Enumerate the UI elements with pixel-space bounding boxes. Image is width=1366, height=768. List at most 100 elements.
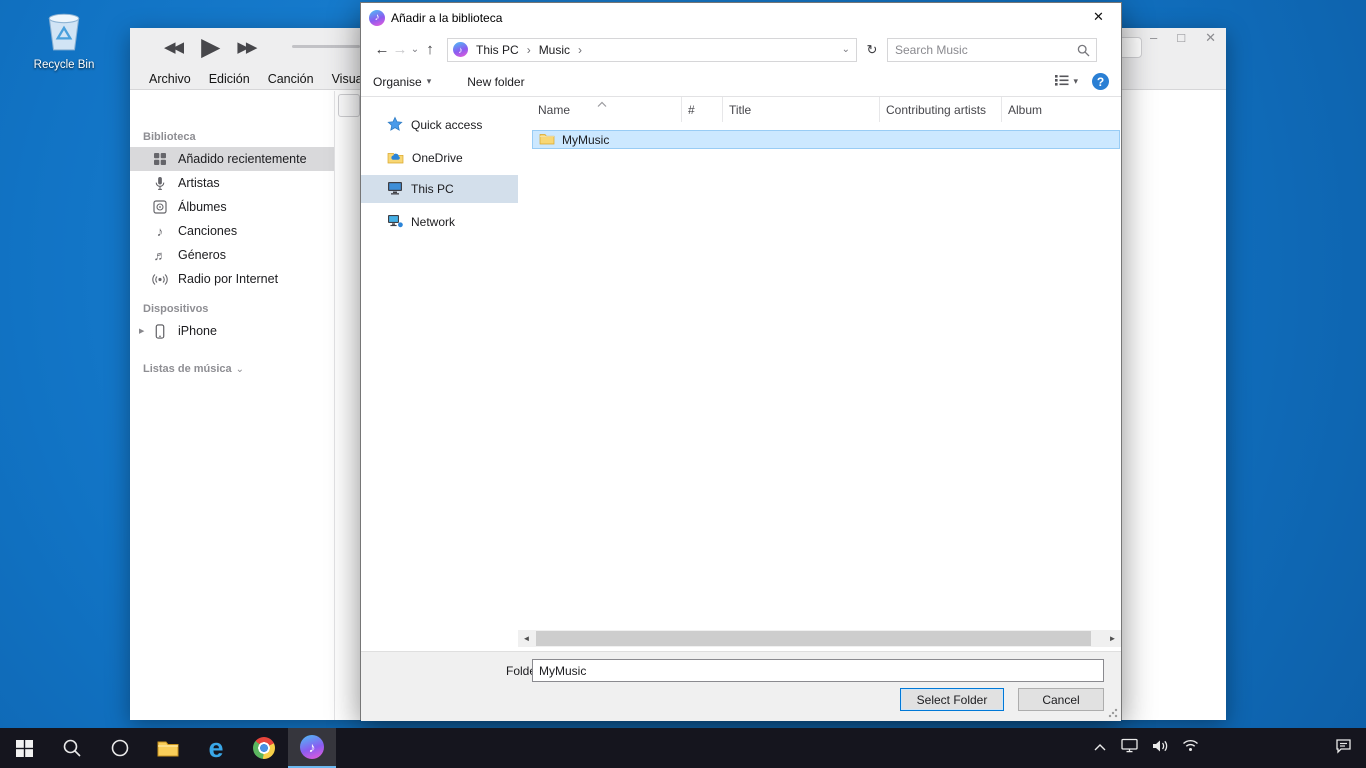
edge-button[interactable]: e xyxy=(192,728,240,768)
menu-edicion[interactable]: Edición xyxy=(200,68,259,90)
onedrive-icon xyxy=(387,150,404,167)
forward-button[interactable]: ▶▶ xyxy=(237,38,257,56)
recycle-bin-icon xyxy=(44,39,84,56)
add-to-library-dialog: ♪ Añadir a la biblioteca ✕ ← → ⌄ ↑ ♪ Thi… xyxy=(360,2,1122,720)
column-headers: Name # Title Contributing artists Album xyxy=(518,97,1121,122)
refresh-icon[interactable]: ↻ xyxy=(861,42,883,58)
sidebar-item-recently-added[interactable]: Añadido recientemente xyxy=(130,147,334,171)
dialog-navigation-bar: ← → ⌄ ↑ ♪ This PC › Music › ⌄ ↻ xyxy=(361,32,1121,67)
nav-item-this-pc[interactable]: This PC xyxy=(361,175,518,203)
sidebar-item-songs[interactable]: ♪ Canciones xyxy=(130,219,334,243)
start-button[interactable] xyxy=(0,728,48,768)
play-button[interactable]: ▶ xyxy=(201,32,220,62)
list-view-icon xyxy=(1055,74,1069,89)
resize-grip[interactable] xyxy=(1108,708,1118,718)
search-icon xyxy=(62,738,82,758)
horizontal-scrollbar[interactable]: ◄ ► xyxy=(518,630,1121,647)
breadcrumb-this-pc[interactable]: This PC xyxy=(473,42,522,58)
dialog-title: Añadir a la biblioteca xyxy=(391,11,502,25)
organise-button[interactable]: Organise ▾ xyxy=(373,75,431,89)
album-icon xyxy=(152,200,168,214)
nav-item-label: Network xyxy=(411,215,455,229)
help-button[interactable]: ? xyxy=(1092,73,1109,90)
column-title[interactable]: Title xyxy=(723,97,880,122)
itunes-taskbar-button[interactable]: ♪ xyxy=(288,728,336,768)
breadcrumb-music[interactable]: Music xyxy=(536,42,573,58)
windows-logo-icon xyxy=(16,740,33,757)
up-icon[interactable]: ↑ xyxy=(421,41,439,58)
close-icon[interactable]: ✕ xyxy=(1076,3,1121,31)
disclosure-icon[interactable]: ▶ xyxy=(139,327,144,335)
system-tray xyxy=(1093,728,1366,768)
folder-name-input[interactable] xyxy=(532,659,1104,682)
wifi-tray-icon[interactable] xyxy=(1182,739,1199,757)
show-hidden-icons-chevron[interactable] xyxy=(1093,739,1107,757)
sidebar-item-internet-radio[interactable]: Radio por Internet xyxy=(130,267,334,291)
breadcrumb-separator-icon: › xyxy=(527,43,531,57)
scroll-right-icon[interactable]: ► xyxy=(1104,630,1121,647)
nav-item-quick-access[interactable]: Quick access xyxy=(361,111,518,139)
dropdown-icon: ▾ xyxy=(427,76,432,87)
chrome-button[interactable] xyxy=(240,728,288,768)
new-folder-button[interactable]: New folder xyxy=(467,75,524,89)
close-icon[interactable]: ✕ xyxy=(1205,30,1216,46)
menu-cancion[interactable]: Canción xyxy=(259,68,323,90)
history-chevron-icon[interactable]: ⌄ xyxy=(409,44,421,55)
nav-item-label: This PC xyxy=(411,182,454,196)
playlists-header[interactable]: Listas de música⌄ xyxy=(143,363,244,375)
organise-label: Organise xyxy=(373,75,422,89)
sidebar-item-genres[interactable]: ♬ Géneros xyxy=(130,243,334,267)
minimize-icon[interactable]: – xyxy=(1150,30,1157,46)
address-bar[interactable]: ♪ This PC › Music › ⌄ xyxy=(447,38,857,62)
more-button[interactable] xyxy=(338,94,360,117)
maximize-icon[interactable]: □ xyxy=(1177,30,1185,46)
nav-item-label: OneDrive xyxy=(412,151,463,165)
search-button[interactable] xyxy=(48,728,96,768)
itunes-icon: ♪ xyxy=(300,735,324,759)
column-contributing-artists[interactable]: Contributing artists xyxy=(880,97,1002,122)
iphone-icon xyxy=(152,324,168,339)
recycle-bin[interactable]: Recycle Bin xyxy=(30,8,98,71)
column-number[interactable]: # xyxy=(682,97,723,122)
genres-icon: ♬ xyxy=(152,248,168,263)
cortana-button[interactable] xyxy=(96,728,144,768)
column-album[interactable]: Album xyxy=(1002,97,1121,122)
chevron-down-icon: ⌄ xyxy=(236,364,244,375)
sidebar-item-albums[interactable]: Álbumes xyxy=(130,195,334,219)
sidebar-item-artists[interactable]: Artistas xyxy=(130,171,334,195)
address-dropdown-icon[interactable]: ⌄ xyxy=(842,44,850,55)
rewind-button[interactable]: ◀◀ xyxy=(164,38,184,56)
file-explorer-button[interactable] xyxy=(144,728,192,768)
dropdown-icon: ▾ xyxy=(1073,76,1078,87)
dialog-title-bar: ♪ Añadir a la biblioteca ✕ xyxy=(361,3,1121,32)
file-row-mymusic[interactable]: MyMusic xyxy=(532,130,1120,149)
scrollbar-thumb[interactable] xyxy=(536,631,1091,646)
cortana-icon xyxy=(110,738,130,758)
network-icon xyxy=(387,214,403,231)
file-list-area: Name # Title Contributing artists Album … xyxy=(518,97,1121,651)
sidebar-item-label: Álbumes xyxy=(178,200,227,214)
scroll-left-icon[interactable]: ◄ xyxy=(518,630,535,647)
back-icon[interactable]: ← xyxy=(373,41,391,58)
cancel-button[interactable]: Cancel xyxy=(1018,688,1104,711)
volume-slider[interactable] xyxy=(292,45,360,48)
desktop: Recycle Bin ◀◀ ▶ ▶▶ Archivo Edición Canc… xyxy=(0,0,1366,768)
nav-item-onedrive[interactable]: OneDrive xyxy=(361,144,518,172)
action-center-icon[interactable] xyxy=(1335,738,1352,759)
view-mode-button[interactable]: ▾ xyxy=(1055,74,1078,89)
folder-icon xyxy=(539,132,555,148)
search-input[interactable] xyxy=(888,39,1096,61)
file-name: MyMusic xyxy=(562,133,609,147)
recycle-bin-label: Recycle Bin xyxy=(30,59,98,71)
menu-archivo[interactable]: Archivo xyxy=(140,68,200,90)
volume-tray-icon[interactable] xyxy=(1152,739,1168,758)
taskbar: e ♪ xyxy=(0,728,1366,768)
select-folder-button[interactable]: Select Folder xyxy=(900,688,1004,711)
edge-icon: e xyxy=(208,735,223,762)
nav-item-network[interactable]: Network xyxy=(361,208,518,236)
display-tray-icon[interactable] xyxy=(1121,738,1138,758)
breadcrumb-separator-icon: › xyxy=(578,43,582,57)
sidebar-item-iphone[interactable]: ▶ iPhone xyxy=(130,319,334,343)
search-box xyxy=(887,38,1097,62)
search-icon xyxy=(1077,44,1090,62)
